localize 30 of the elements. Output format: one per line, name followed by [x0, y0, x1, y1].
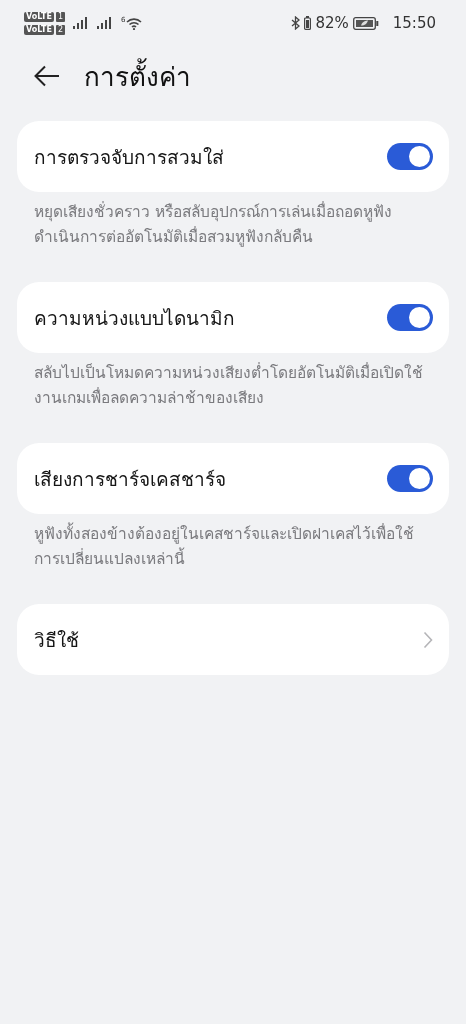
setting-label: การตรวจจับการสวมใส่	[34, 144, 224, 170]
volte-badge: VoLTE	[24, 24, 54, 35]
volte-badge: VoLTE	[24, 11, 54, 22]
battery-leaf-icon	[352, 16, 379, 30]
page-title: การตั้งค่า	[84, 55, 191, 97]
clock-time: 15:50	[392, 14, 436, 32]
back-arrow-icon	[34, 65, 60, 87]
setting-label: เสียงการชาร์จเคสชาร์จ	[34, 466, 226, 492]
battery-percent: 82%	[315, 14, 349, 32]
settings-row[interactable]: เสียงการชาร์จเคสชาร์จ	[17, 443, 449, 514]
settings-row[interactable]: วิธีใช้	[17, 604, 449, 675]
wifi-icon	[125, 16, 142, 30]
toggle-switch[interactable]	[387, 465, 433, 492]
setting-description: หยุดเสียงชั่วคราว หรือสลับอุปกรณ์การเล่นเมื่อถอดหูฟัง ดำเนินการต่ออัตโนมัติเมื่อสวมหูฟังกลับคืน	[33, 200, 393, 249]
battery-icon	[304, 16, 312, 30]
signal-icon	[97, 17, 114, 29]
toggle-switch[interactable]	[387, 143, 433, 170]
setting-label: วิธีใช้	[34, 627, 79, 653]
bluetooth-icon	[291, 16, 301, 30]
setting-description: หูฟังทั้งสองข้างต้องอยู่ในเคสชาร์จและเปิดฝาเคสไว้เพื่อใช้การเปลี่ยนแปลงเหล่านี้	[17, 514, 449, 604]
sim-slot-label: 2	[55, 24, 66, 35]
settings-row[interactable]: การตรวจจับการสวมใส่	[17, 121, 449, 192]
chevron-right-icon	[423, 630, 433, 649]
settings-row[interactable]: ความหน่วงแบบไดนามิก	[17, 282, 449, 353]
back-button[interactable]	[32, 63, 62, 89]
sim-slot-label: 1	[55, 11, 66, 22]
setting-description: สลับไปเป็นโหมดความหน่วงเสียงต่ำโดยอัตโนมัติเมื่อเปิดใช้งานเกมเพื่อลดความล่าช้าของเสียง	[33, 361, 424, 409]
signal-icon	[73, 17, 90, 29]
toggle-switch[interactable]	[387, 304, 433, 331]
setting-label: ความหน่วงแบบไดนามิก	[34, 305, 235, 331]
